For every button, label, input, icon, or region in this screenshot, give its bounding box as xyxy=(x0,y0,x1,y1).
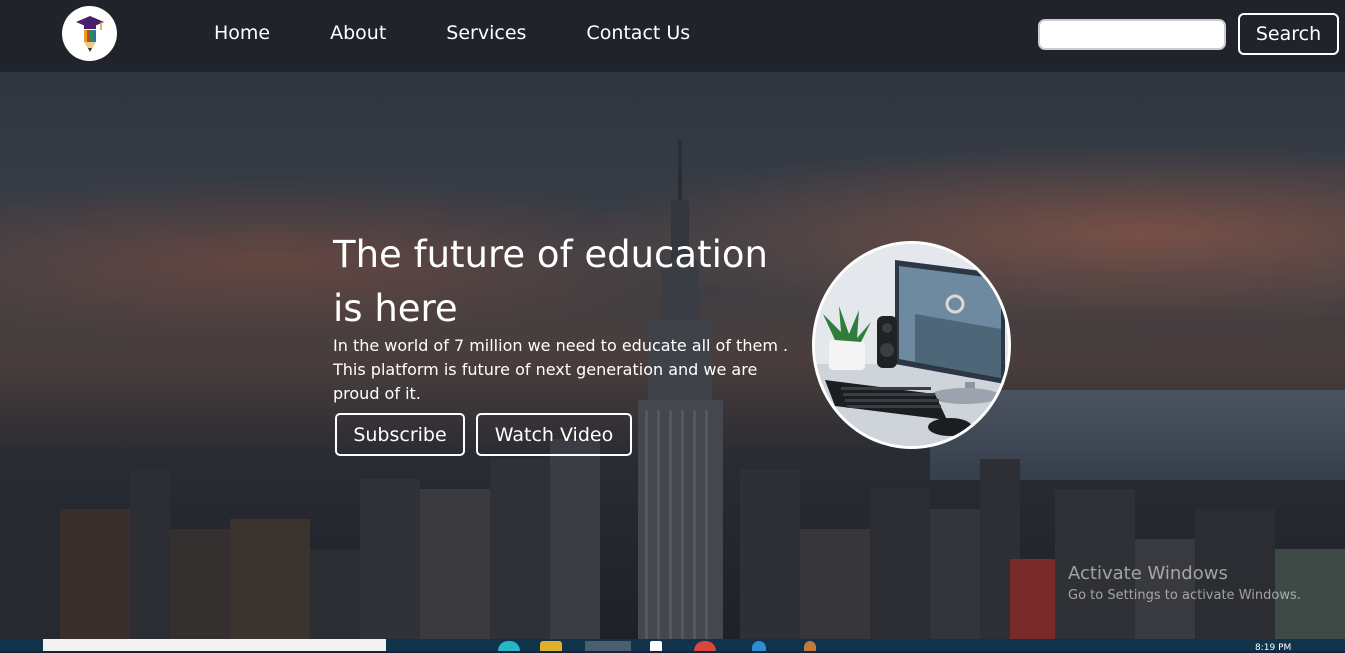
active-app-icon[interactable] xyxy=(585,641,631,651)
nav-link-about[interactable]: About xyxy=(330,22,386,44)
search-input[interactable] xyxy=(1038,19,1226,50)
vscode-icon[interactable] xyxy=(752,641,766,651)
folder-icon[interactable] xyxy=(540,641,562,651)
taskbar-clock[interactable]: 8:19 PM xyxy=(1255,643,1291,653)
chrome-icon[interactable] xyxy=(694,641,716,651)
taskbar xyxy=(0,639,1345,651)
navbar: Home About Services Contact Us Search xyxy=(0,0,1345,72)
site-logo[interactable] xyxy=(62,6,117,61)
app-icon[interactable] xyxy=(804,641,816,651)
hero-description: In the world of 7 million we need to edu… xyxy=(333,336,789,403)
graduation-cap-pencil-icon xyxy=(75,15,104,52)
activation-title: Activate Windows xyxy=(1068,563,1228,584)
hero-image xyxy=(812,241,1011,449)
hero-title: The future of education is here xyxy=(333,233,768,330)
watch-video-button[interactable]: Watch Video xyxy=(476,413,632,456)
subscribe-button[interactable]: Subscribe xyxy=(335,413,465,456)
nav-link-contact[interactable]: Contact Us xyxy=(586,22,690,44)
edge-icon[interactable] xyxy=(498,641,520,651)
activation-watermark: Activate Windows Go to Settings to activ… xyxy=(1068,563,1301,603)
search-button[interactable]: Search xyxy=(1238,13,1339,55)
document-icon[interactable] xyxy=(650,641,662,651)
taskbar-search-box[interactable] xyxy=(43,639,386,651)
nav-link-home[interactable]: Home xyxy=(214,22,270,44)
activation-subtitle: Go to Settings to activate Windows. xyxy=(1068,588,1301,603)
nav-links: Home About Services Contact Us xyxy=(214,22,750,44)
nav-link-services[interactable]: Services xyxy=(446,22,526,44)
